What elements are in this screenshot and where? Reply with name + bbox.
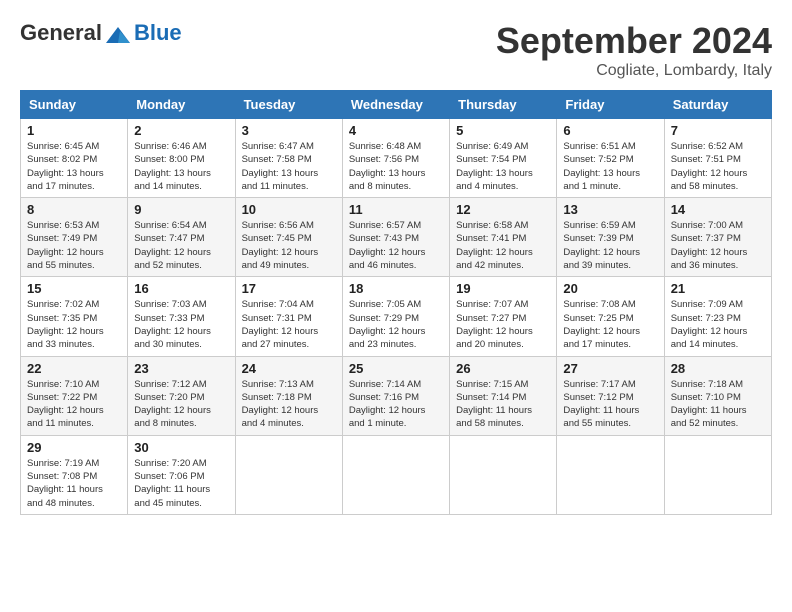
empty-cell-1 xyxy=(235,435,342,514)
page-header: GeneralBlue September 2024 Cogliate, Lom… xyxy=(20,20,772,80)
day-25: 25 Sunrise: 7:14 AMSunset: 7:16 PMDaylig… xyxy=(342,356,449,435)
day-14: 14 Sunrise: 7:00 AMSunset: 7:37 PMDaylig… xyxy=(664,198,771,277)
day-10: 10 Sunrise: 6:56 AMSunset: 7:45 PMDaylig… xyxy=(235,198,342,277)
day-8: 8 Sunrise: 6:53 AMSunset: 7:49 PMDayligh… xyxy=(21,198,128,277)
day-4: 4 Sunrise: 6:48 AMSunset: 7:56 PMDayligh… xyxy=(342,119,449,198)
week-row-5: 29 Sunrise: 7:19 AMSunset: 7:08 PMDaylig… xyxy=(21,435,772,514)
empty-cell-3 xyxy=(450,435,557,514)
title-section: September 2024 Cogliate, Lombardy, Italy xyxy=(496,20,772,80)
day-22: 22 Sunrise: 7:10 AMSunset: 7:22 PMDaylig… xyxy=(21,356,128,435)
day-6: 6 Sunrise: 6:51 AMSunset: 7:52 PMDayligh… xyxy=(557,119,664,198)
day-28: 28 Sunrise: 7:18 AMSunset: 7:10 PMDaylig… xyxy=(664,356,771,435)
day-16: 16 Sunrise: 7:03 AMSunset: 7:33 PMDaylig… xyxy=(128,277,235,356)
day-23: 23 Sunrise: 7:12 AMSunset: 7:20 PMDaylig… xyxy=(128,356,235,435)
day-5: 5 Sunrise: 6:49 AMSunset: 7:54 PMDayligh… xyxy=(450,119,557,198)
day-20: 20 Sunrise: 7:08 AMSunset: 7:25 PMDaylig… xyxy=(557,277,664,356)
header-thursday: Thursday xyxy=(450,91,557,119)
day-27: 27 Sunrise: 7:17 AMSunset: 7:12 PMDaylig… xyxy=(557,356,664,435)
day-7: 7 Sunrise: 6:52 AMSunset: 7:51 PMDayligh… xyxy=(664,119,771,198)
week-row-1: 1 Sunrise: 6:45 AMSunset: 8:02 PMDayligh… xyxy=(21,119,772,198)
header-saturday: Saturday xyxy=(664,91,771,119)
day-12: 12 Sunrise: 6:58 AMSunset: 7:41 PMDaylig… xyxy=(450,198,557,277)
empty-cell-5 xyxy=(664,435,771,514)
day-18: 18 Sunrise: 7:05 AMSunset: 7:29 PMDaylig… xyxy=(342,277,449,356)
day-1: 1 Sunrise: 6:45 AMSunset: 8:02 PMDayligh… xyxy=(21,119,128,198)
day-29: 29 Sunrise: 7:19 AMSunset: 7:08 PMDaylig… xyxy=(21,435,128,514)
day-21: 21 Sunrise: 7:09 AMSunset: 7:23 PMDaylig… xyxy=(664,277,771,356)
week-row-2: 8 Sunrise: 6:53 AMSunset: 7:49 PMDayligh… xyxy=(21,198,772,277)
day-11: 11 Sunrise: 6:57 AMSunset: 7:43 PMDaylig… xyxy=(342,198,449,277)
header-sunday: Sunday xyxy=(21,91,128,119)
day-9: 9 Sunrise: 6:54 AMSunset: 7:47 PMDayligh… xyxy=(128,198,235,277)
day-13: 13 Sunrise: 6:59 AMSunset: 7:39 PMDaylig… xyxy=(557,198,664,277)
day-17: 17 Sunrise: 7:04 AMSunset: 7:31 PMDaylig… xyxy=(235,277,342,356)
week-row-3: 15 Sunrise: 7:02 AMSunset: 7:35 PMDaylig… xyxy=(21,277,772,356)
header-friday: Friday xyxy=(557,91,664,119)
calendar-table: Sunday Monday Tuesday Wednesday Thursday… xyxy=(20,90,772,515)
day-26: 26 Sunrise: 7:15 AMSunset: 7:14 PMDaylig… xyxy=(450,356,557,435)
day-3: 3 Sunrise: 6:47 AMSunset: 7:58 PMDayligh… xyxy=(235,119,342,198)
logo-general: GeneralBlue xyxy=(20,20,182,47)
day-24: 24 Sunrise: 7:13 AMSunset: 7:18 PMDaylig… xyxy=(235,356,342,435)
empty-cell-4 xyxy=(557,435,664,514)
header-tuesday: Tuesday xyxy=(235,91,342,119)
calendar-header-row: Sunday Monday Tuesday Wednesday Thursday… xyxy=(21,91,772,119)
empty-cell-2 xyxy=(342,435,449,514)
logo: GeneralBlue xyxy=(20,20,182,47)
day-30: 30 Sunrise: 7:20 AMSunset: 7:06 PMDaylig… xyxy=(128,435,235,514)
week-row-4: 22 Sunrise: 7:10 AMSunset: 7:22 PMDaylig… xyxy=(21,356,772,435)
day-19: 19 Sunrise: 7:07 AMSunset: 7:27 PMDaylig… xyxy=(450,277,557,356)
header-monday: Monday xyxy=(128,91,235,119)
location-subtitle: Cogliate, Lombardy, Italy xyxy=(496,62,772,80)
day-15: 15 Sunrise: 7:02 AMSunset: 7:35 PMDaylig… xyxy=(21,277,128,356)
month-year-title: September 2024 xyxy=(496,20,772,62)
day-2: 2 Sunrise: 6:46 AMSunset: 8:00 PMDayligh… xyxy=(128,119,235,198)
logo-icon xyxy=(104,25,132,47)
header-wednesday: Wednesday xyxy=(342,91,449,119)
